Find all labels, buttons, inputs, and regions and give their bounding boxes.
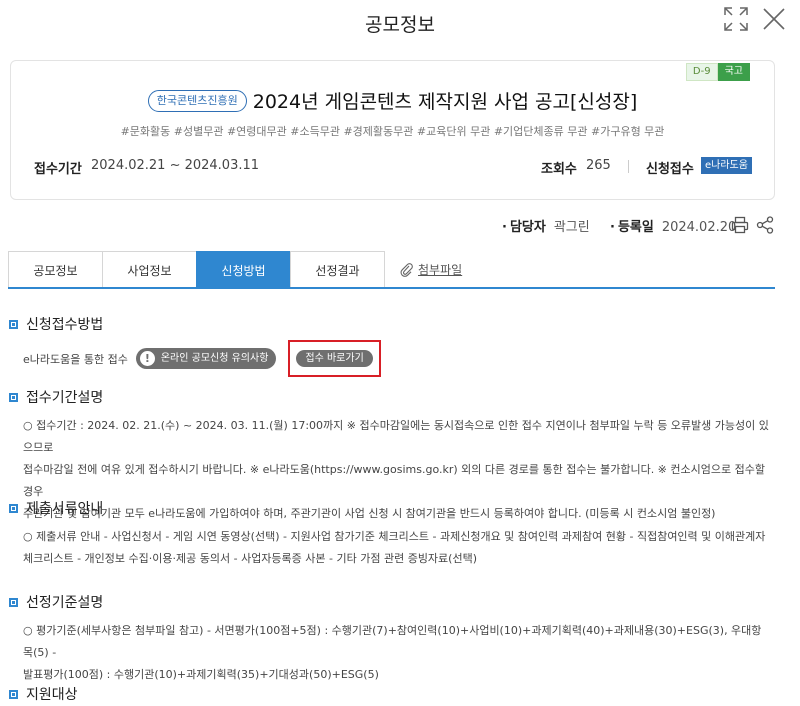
section-documents: 제출서류안내 ○ 제출서류 안내 - 사업신청서 - 게임 시연 동영상(선택)… xyxy=(9,498,769,570)
views-value: 265 xyxy=(586,158,611,173)
notice-button[interactable]: ! 온라인 공모신청 유의사항 xyxy=(135,348,277,369)
manager-value: 곽그린 xyxy=(553,220,590,235)
body-line: ○ 제출서류 안내 - 사업신청서 - 게임 시연 동영상(선택) - 지원사업… xyxy=(23,530,766,543)
bullet: · xyxy=(502,220,507,235)
bullet: · xyxy=(610,220,615,235)
announcement-card: D-9 국고 한국콘텐츠진흥원 2024년 게임콘텐츠 제작지원 사업 공고[신… xyxy=(10,60,775,200)
agency-pill: 한국콘텐츠진흥원 xyxy=(147,89,247,112)
highlight-box: 접수 바로가기 xyxy=(288,340,381,377)
apply-label: 신청접수 xyxy=(646,162,694,177)
reg-value: 2024.02.20 xyxy=(661,220,737,235)
apply-shortcut-button[interactable]: 접수 바로가기 xyxy=(296,350,373,367)
period-label: 접수기간 xyxy=(34,162,82,177)
section-criteria: 선정기준설명 ○ 평가기준(세부사항은 첨부파일 참고) - 서면평가(100점… xyxy=(9,592,769,686)
section-heading: 신청접수방법 xyxy=(9,314,769,334)
section-body: ○ 평가기준(세부사항은 첨부파일 참고) - 서면평가(100점+5점) : … xyxy=(9,620,769,686)
attachment-label: 첨부파일 xyxy=(418,263,463,277)
section-application-method: 신청접수방법 e나라도움을 통한 접수 ! 온라인 공모신청 유의사항 접수 바… xyxy=(9,314,769,377)
section-title: 지원대상 xyxy=(26,687,78,703)
square-bullet-icon xyxy=(9,597,18,607)
close-icon[interactable] xyxy=(761,6,787,32)
body-line: 발표평가(100점) : 수행기관(10)+과제기획력(35)+기대성과(50)… xyxy=(23,668,379,681)
tab-underline xyxy=(8,287,775,289)
divider xyxy=(628,160,629,173)
section-title: 선정기준설명 xyxy=(26,595,104,611)
section-body: ○ 제출서류 안내 - 사업신청서 - 게임 시연 동영상(선택) - 지원사업… xyxy=(9,526,769,570)
tab-business-info[interactable]: 사업정보 xyxy=(102,251,197,288)
tab-selection-result[interactable]: 선정결과 xyxy=(290,251,385,288)
tab-bar: 공모정보 사업정보 신청방법 선정결과 첨부파일 xyxy=(8,251,462,288)
method-row: e나라도움을 통한 접수 ! 온라인 공모신청 유의사항 접수 바로가기 xyxy=(9,340,769,377)
hashtags: #문화활동 #성별무관 #연령대무관 #소득무관 #경제활동무관 #교육단위 무… xyxy=(120,125,665,138)
body-line: 체크리스트 - 개인정보 수집·이용·제공 동의서 - 사업자등록증 사본 - … xyxy=(23,552,477,565)
section-title: 제출서류안내 xyxy=(26,501,104,517)
manager-info: · 담당자 곽그린 xyxy=(502,216,590,235)
badges: D-9 국고 xyxy=(685,63,750,81)
reg-info: · 등록일 2024.02.20 xyxy=(610,216,736,235)
section-target: 지원대상 xyxy=(9,684,769,704)
announcement-title: 2024년 게임콘텐츠 제작지원 사업 공고[신성장] xyxy=(252,91,638,113)
section-title: 신청접수방법 xyxy=(26,317,104,333)
body-line: 접수마감일 전에 여유 있게 접수하시기 바랍니다. ※ e나라도움(https… xyxy=(23,463,765,498)
body-line: ○ 접수기간 : 2024. 02. 21.(수) ~ 2024. 03. 11… xyxy=(23,419,769,454)
tab-application-method[interactable]: 신청방법 xyxy=(196,251,291,288)
dday-badge: D-9 xyxy=(685,63,718,81)
square-bullet-icon xyxy=(9,392,18,402)
gov-badge: 국고 xyxy=(717,63,750,81)
views-label: 조회수 xyxy=(541,162,577,177)
section-heading: 접수기간설명 xyxy=(9,387,769,407)
section-heading: 선정기준설명 xyxy=(9,592,769,612)
print-icon[interactable] xyxy=(731,216,749,234)
enara-badge[interactable]: e나라도움 xyxy=(701,157,752,174)
share-icon[interactable] xyxy=(756,216,774,234)
notice-button-label: 온라인 공모신청 유의사항 xyxy=(160,352,269,364)
exclamation-icon: ! xyxy=(139,351,155,366)
tab-announcement-info[interactable]: 공모정보 xyxy=(8,251,103,288)
section-heading: 제출서류안내 xyxy=(9,498,769,518)
attachment-link[interactable]: 첨부파일 xyxy=(384,251,462,288)
body-line: ○ 평가기준(세부사항은 첨부파일 참고) - 서면평가(100점+5점) : … xyxy=(23,624,762,659)
period-value: 2024.02.21 ~ 2024.03.11 xyxy=(91,158,260,173)
expand-icon[interactable] xyxy=(723,6,749,32)
method-text: e나라도움을 통한 접수 xyxy=(23,352,128,366)
paperclip-icon xyxy=(400,262,413,277)
title-row: 한국콘텐츠진흥원 2024년 게임콘텐츠 제작지원 사업 공고[신성장] xyxy=(11,87,774,114)
square-bullet-icon xyxy=(9,319,18,329)
manager-label: 담당자 xyxy=(509,220,546,235)
square-bullet-icon xyxy=(9,503,18,513)
square-bullet-icon xyxy=(9,689,18,699)
modal-title: 공모정보 xyxy=(365,14,435,36)
reg-label: 등록일 xyxy=(617,220,654,235)
section-title: 접수기간설명 xyxy=(26,390,104,406)
section-heading: 지원대상 xyxy=(9,684,769,704)
